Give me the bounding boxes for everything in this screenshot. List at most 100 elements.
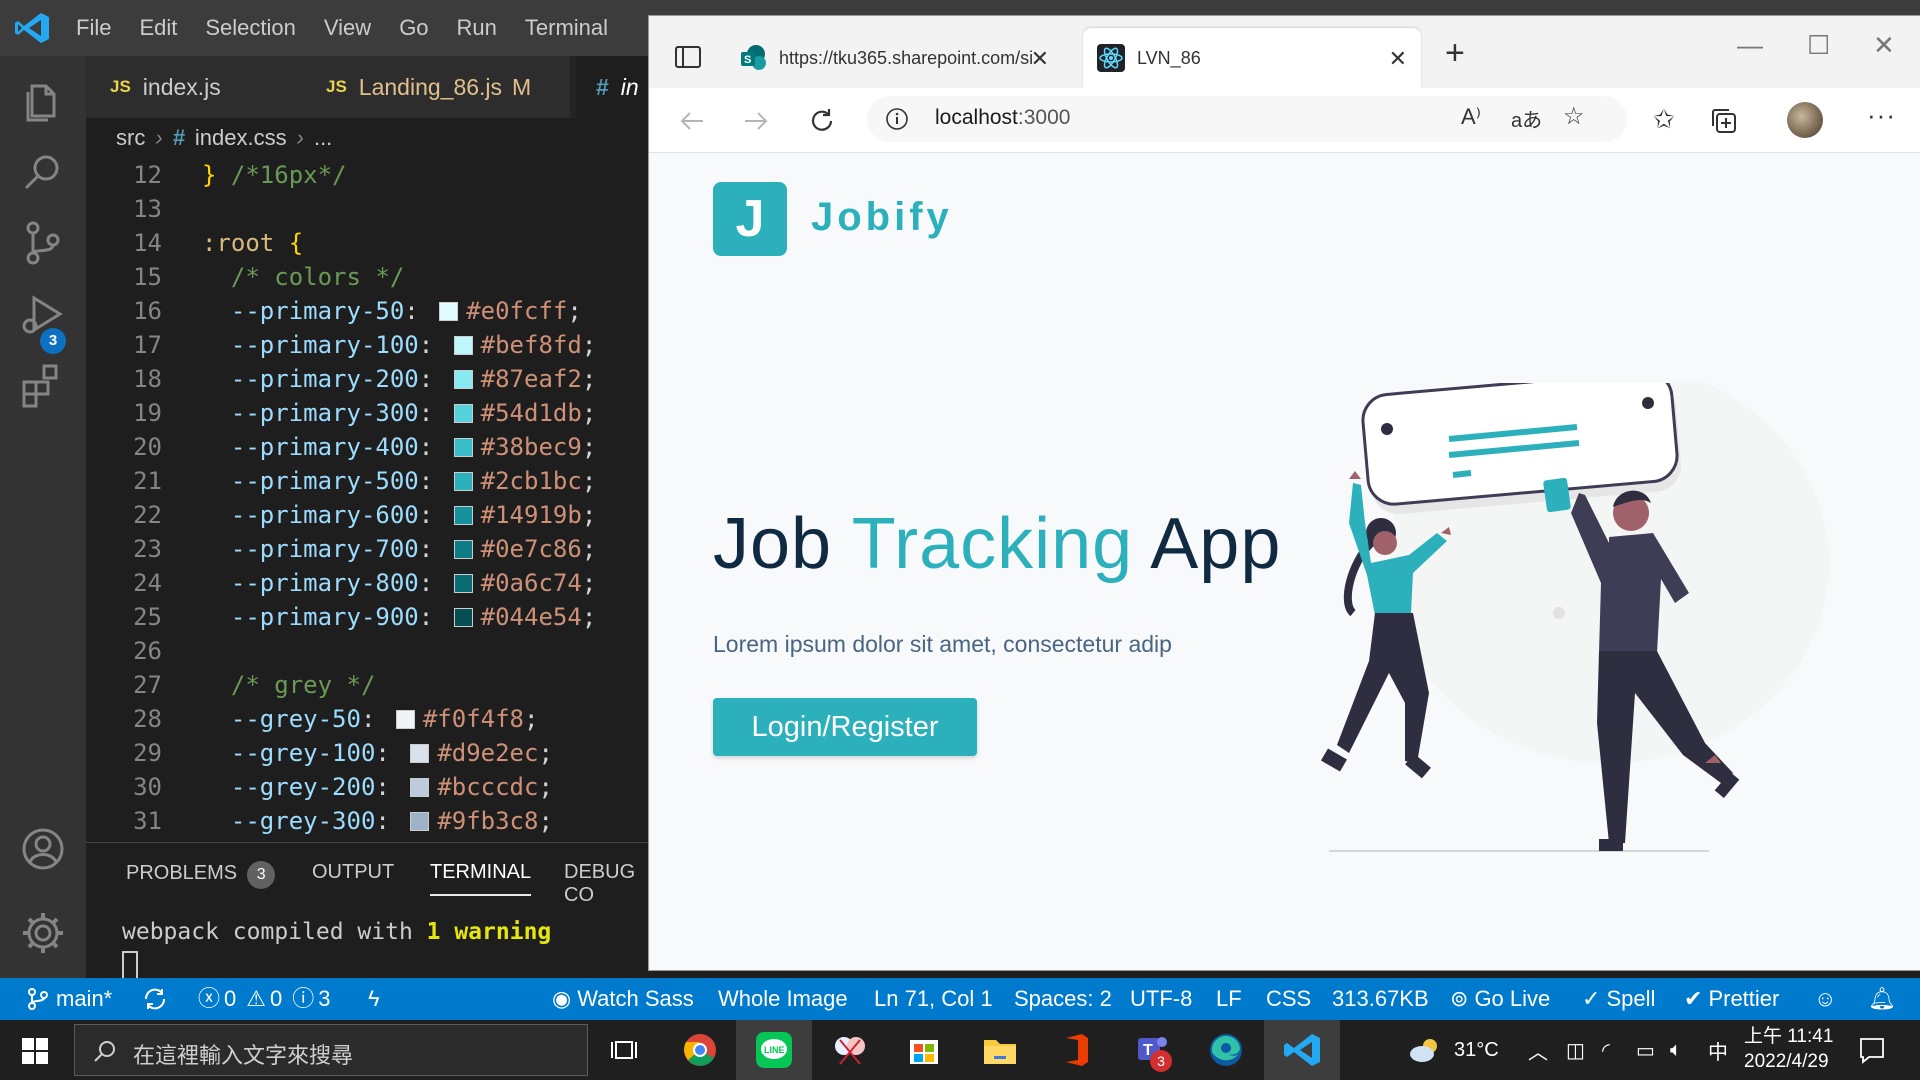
vscode-taskbar-icon[interactable] <box>1282 1030 1322 1070</box>
breadcrumb-folder[interactable]: src <box>116 125 145 151</box>
tab-terminal[interactable]: TERMINAL <box>430 861 532 896</box>
clock[interactable]: 上午 11:41 2022/4/29 <box>1744 1024 1833 1074</box>
color-swatch[interactable] <box>453 370 473 389</box>
source-control-icon[interactable] <box>18 218 68 268</box>
code-line[interactable]: 19 --primary-300: #54d1db; <box>86 396 666 430</box>
code-line[interactable]: 25 --primary-900: #044e54; <box>86 600 666 634</box>
notification-center-icon[interactable] <box>1858 1036 1886 1064</box>
menu-run[interactable]: Run <box>443 0 511 56</box>
weather-temp[interactable]: 31°C <box>1454 1020 1499 1080</box>
tab-index-js[interactable]: JS index.js <box>86 56 324 118</box>
color-swatch[interactable] <box>453 574 473 593</box>
line-app-icon[interactable]: LINE <box>754 1030 794 1070</box>
site-info-icon[interactable] <box>885 107 909 131</box>
breadcrumb-file[interactable]: index.css <box>195 125 287 151</box>
menu-edit[interactable]: Edit <box>125 0 191 56</box>
branch-indicator[interactable]: main* <box>26 978 112 1020</box>
address-bar[interactable]: localhost:3000 A⁾ aあ ☆ <box>867 96 1627 142</box>
color-swatch[interactable] <box>453 608 473 627</box>
profile-avatar[interactable] <box>1787 102 1823 138</box>
menu-file[interactable]: File <box>62 0 125 56</box>
code-line[interactable]: 17 --primary-100: #bef8fd; <box>86 328 666 362</box>
run-debug-icon[interactable] <box>18 290 68 340</box>
color-swatch[interactable] <box>410 812 430 831</box>
accounts-icon[interactable] <box>18 824 68 874</box>
ime-indicator[interactable]: 中 <box>1708 1020 1728 1080</box>
back-arrow-icon[interactable] <box>677 106 707 136</box>
taskbar-search-box[interactable]: 在這裡輸入文字來搜尋 <box>74 1024 588 1076</box>
color-swatch[interactable] <box>453 472 473 491</box>
go-live-button[interactable]: ⊚ Go Live <box>1450 978 1550 1020</box>
whole-image-item[interactable]: Whole Image <box>718 978 848 1020</box>
code-line[interactable]: 16 --primary-50: #e0fcff; <box>86 294 666 328</box>
meet-now-icon[interactable]: ◫ <box>1566 1020 1585 1080</box>
read-aloud-icon[interactable]: A⁾ <box>1461 104 1481 130</box>
color-swatch[interactable] <box>453 404 473 423</box>
problems-summary[interactable]: ⓧ 0 ⚠ 0 ⓘ 3 <box>198 978 331 1020</box>
menu-terminal[interactable]: Terminal <box>511 0 622 56</box>
add-favorite-icon[interactable]: ☆ <box>1563 102 1585 131</box>
code-line[interactable]: 22 --primary-600: #14919b; <box>86 498 666 532</box>
notifications-bell-icon[interactable]: 🔔︎ <box>1868 978 1896 1020</box>
new-tab-icon[interactable]: + <box>1445 34 1465 73</box>
color-swatch[interactable] <box>410 778 430 797</box>
network-icon[interactable]: ◜ <box>1602 1020 1610 1080</box>
code-line[interactable]: 28 --grey-50: #f0f4f8; <box>86 702 666 736</box>
favorites-icon[interactable]: ✩ <box>1653 104 1675 135</box>
terminal-output[interactable]: webpack compiled with 1 warning <box>122 919 551 945</box>
cursor-position[interactable]: Ln 71, Col 1 <box>874 978 993 1020</box>
tab-landing-js[interactable]: JS Landing_86.js M <box>302 56 570 118</box>
translate-icon[interactable]: aあ <box>1511 104 1542 133</box>
extensions-icon[interactable] <box>18 360 68 410</box>
task-view-icon[interactable] <box>606 1030 646 1070</box>
watch-sass-button[interactable]: ◉ Watch Sass <box>552 978 694 1020</box>
weather-cloud-icon[interactable] <box>1408 1036 1442 1064</box>
code-line[interactable]: 18 --primary-200: #87eaf2; <box>86 362 666 396</box>
lightning-icon[interactable]: ϟ <box>368 978 380 1020</box>
chrome-icon[interactable] <box>680 1030 720 1070</box>
menu-selection[interactable]: Selection <box>191 0 310 56</box>
language-mode[interactable]: CSS <box>1266 978 1311 1020</box>
minimize-icon[interactable]: — <box>1737 30 1763 61</box>
menu-go[interactable]: Go <box>385 0 442 56</box>
login-register-button[interactable]: Login/Register <box>713 698 977 756</box>
battery-icon[interactable]: ▭ <box>1636 1020 1655 1080</box>
code-line[interactable]: 20 --primary-400: #38bec9; <box>86 430 666 464</box>
code-line[interactable]: 24 --primary-800: #0a6c74; <box>86 566 666 600</box>
encoding[interactable]: UTF-8 <box>1130 978 1192 1020</box>
end-of-line[interactable]: LF <box>1216 978 1242 1020</box>
collections-icon[interactable] <box>1709 106 1739 136</box>
code-line[interactable]: 31 --grey-300: #9fb3c8; <box>86 804 666 838</box>
microsoft-store-icon[interactable] <box>904 1030 944 1070</box>
feedback-icon[interactable]: ☺ <box>1814 978 1836 1020</box>
color-swatch[interactable] <box>410 744 430 763</box>
browser-tab-sharepoint[interactable]: S https://tku365.sharepoint.com/si ✕ <box>725 28 1063 88</box>
code-line[interactable]: 14:root { <box>86 226 666 260</box>
tab-actions-icon[interactable] <box>673 42 703 72</box>
breadcrumb-more[interactable]: ... <box>314 125 332 151</box>
windows-start-icon[interactable] <box>22 1038 48 1064</box>
refresh-icon[interactable] <box>807 106 837 136</box>
tab-output[interactable]: OUTPUT <box>312 861 394 884</box>
search-icon[interactable] <box>18 148 68 198</box>
maximize-icon[interactable]: ☐ <box>1807 30 1830 61</box>
tab-problems[interactable]: PROBLEMS 3 <box>126 861 276 889</box>
explorer-icon[interactable] <box>18 76 68 126</box>
office-icon[interactable] <box>1056 1030 1096 1070</box>
close-window-icon[interactable]: ✕ <box>1873 30 1895 61</box>
close-tab-icon[interactable]: ✕ <box>1389 46 1407 72</box>
color-swatch[interactable] <box>453 438 473 457</box>
color-swatch[interactable] <box>395 710 415 729</box>
edge-icon[interactable] <box>1206 1030 1246 1070</box>
volume-icon[interactable]: 🔈︎ <box>1670 1020 1682 1080</box>
code-line[interactable]: 27 /* grey */ <box>86 668 666 702</box>
snipping-tool-icon[interactable] <box>830 1030 870 1070</box>
code-line[interactable]: 29 --grey-100: #d9e2ec; <box>86 736 666 770</box>
color-swatch[interactable] <box>453 506 473 525</box>
code-line[interactable]: 23 --primary-700: #0e7c86; <box>86 532 666 566</box>
code-line[interactable]: 30 --grey-200: #bcccdc; <box>86 770 666 804</box>
browser-tab-lvn86[interactable]: LVN_86 ✕ <box>1083 28 1421 88</box>
file-explorer-icon[interactable] <box>980 1030 1020 1070</box>
color-swatch[interactable] <box>453 540 473 559</box>
forward-arrow-icon[interactable] <box>741 106 771 136</box>
